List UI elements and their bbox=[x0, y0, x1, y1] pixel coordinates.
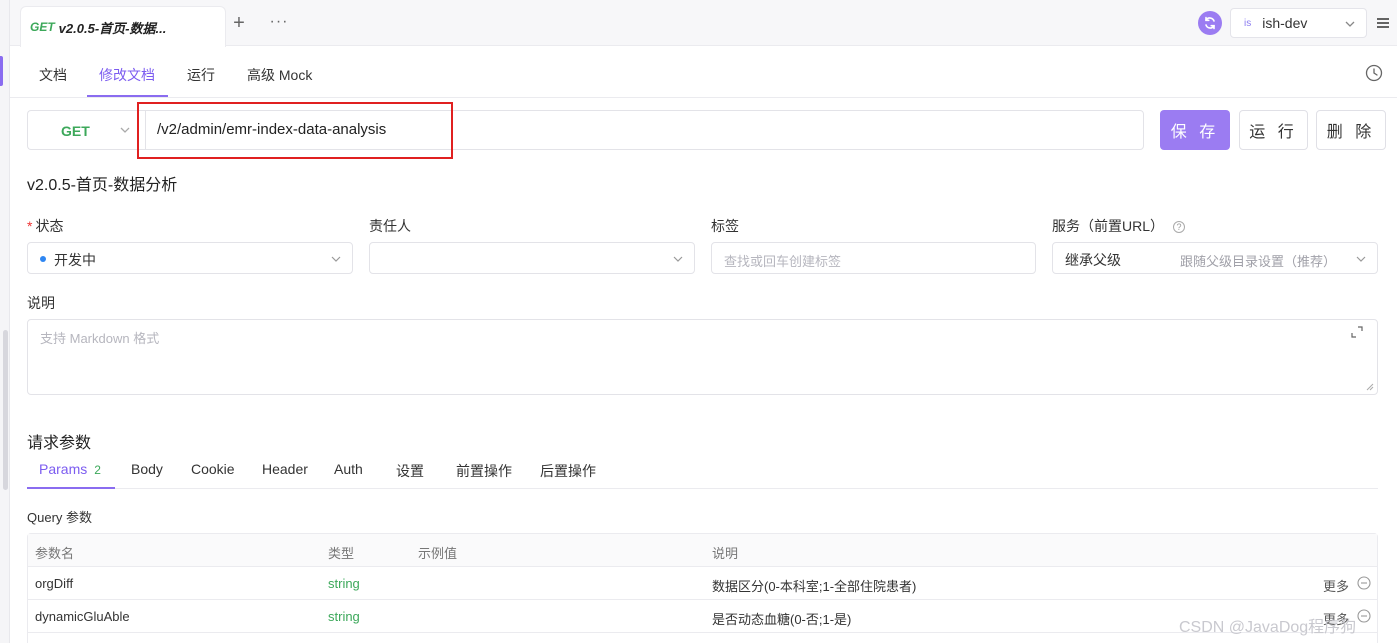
param-type-cell[interactable]: string bbox=[328, 609, 360, 624]
param-name-cell[interactable]: orgDiff bbox=[35, 576, 73, 591]
more-tabs-icon[interactable]: ··· bbox=[268, 12, 290, 34]
chevron-down-icon bbox=[1356, 256, 1366, 262]
tab-method-label: GET bbox=[30, 20, 55, 34]
tab-edit-docs[interactable]: 修改文档 bbox=[99, 65, 155, 85]
required-star: * bbox=[27, 218, 33, 234]
sync-icon[interactable] bbox=[1198, 11, 1222, 35]
tag-label: 标签 bbox=[711, 218, 739, 234]
service-hint: 跟随父级目录设置（推荐） bbox=[1180, 254, 1337, 269]
table-header-row: 参数名 类型 示例值 说明 bbox=[28, 534, 1377, 567]
params-count-badge: 2 bbox=[94, 463, 101, 477]
tab-header[interactable]: Header bbox=[262, 461, 308, 477]
doc-subtabs: 文档 修改文档 运行 高级 Mock bbox=[10, 47, 1397, 98]
run-button[interactable]: 运 行 bbox=[1239, 110, 1308, 150]
chevron-down-icon bbox=[331, 256, 341, 262]
tab-advanced-mock[interactable]: 高级 Mock bbox=[247, 65, 312, 85]
request-tab[interactable]: GET v2.0.5-首页-数据... bbox=[20, 6, 226, 47]
api-name-title[interactable]: v2.0.5-首页-数据分析 bbox=[27, 171, 177, 195]
more-link[interactable]: 更多 bbox=[1323, 576, 1349, 595]
description-label: 说明 bbox=[27, 295, 55, 311]
csdn-watermark: CSDN @JavaDog程序狗 bbox=[1179, 619, 1357, 636]
tab-body[interactable]: Body bbox=[131, 461, 163, 477]
remove-row-icon[interactable] bbox=[1357, 609, 1371, 623]
tab-docs[interactable]: 文档 bbox=[39, 65, 67, 85]
tab-params-label: Params bbox=[39, 461, 88, 477]
status-label: * 状态 bbox=[27, 216, 63, 236]
save-button[interactable]: 保 存 bbox=[1160, 110, 1230, 150]
history-icon[interactable] bbox=[1365, 64, 1383, 82]
tab-pre-operations[interactable]: 前置操作 bbox=[456, 461, 512, 481]
env-badge: is bbox=[1244, 17, 1252, 29]
tab-params[interactable]: Params 2 bbox=[39, 461, 101, 477]
owner-select[interactable] bbox=[369, 242, 695, 274]
tab-post-operations[interactable]: 后置操作 bbox=[540, 461, 596, 481]
tab-settings[interactable]: 设置 bbox=[396, 461, 424, 481]
active-params-tab-underline bbox=[27, 487, 115, 489]
query-params-label: Query 参数 bbox=[27, 510, 93, 525]
new-tab-plus-icon[interactable]: + bbox=[228, 12, 250, 34]
service-select[interactable]: 继承父级 跟随父级目录设置（推荐） bbox=[1052, 242, 1378, 274]
tab-run[interactable]: 运行 bbox=[187, 65, 215, 85]
active-tab-underline bbox=[87, 95, 168, 97]
remove-row-icon[interactable] bbox=[1357, 576, 1371, 590]
table-row: dynamicGluAble string 是否动态血糖(0-否;1-是) 更多 bbox=[28, 600, 1377, 633]
sidebar-scrollbar[interactable] bbox=[3, 330, 8, 490]
tag-placeholder: 查找或回车创建标签 bbox=[724, 254, 842, 269]
expand-icon[interactable] bbox=[1351, 326, 1363, 338]
resize-grip-icon[interactable] bbox=[1365, 382, 1374, 391]
tag-input[interactable]: 查找或回车创建标签 bbox=[711, 242, 1036, 274]
param-name-cell[interactable]: dynamicGluAble bbox=[35, 609, 130, 624]
env-name: ish-dev bbox=[1262, 15, 1308, 31]
chevron-down-icon bbox=[1345, 21, 1355, 27]
status-value: 开发中 bbox=[54, 252, 96, 268]
delete-button[interactable]: 删 除 bbox=[1316, 110, 1386, 150]
table-row: orgDiff string 数据区分(0-本科室;1-全部住院患者) 更多 bbox=[28, 567, 1377, 600]
owner-label: 责任人 bbox=[369, 218, 411, 234]
tab-bar: GET v2.0.5-首页-数据... + ··· is ish-dev bbox=[10, 0, 1397, 47]
col-description: 说明 bbox=[712, 546, 739, 561]
tab-title: v2.0.5-首页-数据... bbox=[58, 20, 167, 36]
service-label-text: 服务（前置URL） bbox=[1052, 218, 1165, 234]
service-label: 服务（前置URL）? bbox=[1052, 216, 1186, 236]
param-type-cell[interactable]: string bbox=[328, 576, 360, 591]
status-dot bbox=[40, 256, 46, 262]
left-sidebar-edge bbox=[0, 0, 10, 643]
param-desc-cell[interactable]: 数据区分(0-本科室;1-全部住院患者) bbox=[712, 576, 916, 595]
chevron-down-icon bbox=[673, 256, 683, 262]
status-label-text: 状态 bbox=[35, 218, 64, 234]
query-params-table: 参数名 类型 示例值 说明 orgDiff string 数据区分(0-本科室;… bbox=[27, 533, 1378, 643]
chevron-down-icon bbox=[120, 127, 130, 133]
col-type: 类型 bbox=[328, 546, 355, 561]
service-value: 继承父级 bbox=[1065, 252, 1121, 268]
method-value: GET bbox=[61, 123, 90, 139]
tab-auth[interactable]: Auth bbox=[334, 461, 363, 477]
col-example: 示例值 bbox=[418, 546, 458, 561]
params-tabs: Params 2 Body Cookie Header Auth 设置 前置操作 … bbox=[27, 452, 1378, 489]
environment-select[interactable]: is ish-dev bbox=[1230, 8, 1367, 38]
param-desc-cell[interactable]: 是否动态血糖(0-否;1-是) bbox=[712, 609, 851, 628]
status-select[interactable]: 开发中 bbox=[27, 242, 353, 274]
request-params-title: 请求参数 bbox=[27, 435, 92, 452]
method-select[interactable]: GET bbox=[27, 110, 145, 150]
col-param-name: 参数名 bbox=[35, 546, 75, 561]
description-placeholder: 支持 Markdown 格式 bbox=[40, 331, 160, 346]
sidebar-active-indicator bbox=[0, 56, 3, 86]
description-textarea[interactable]: 支持 Markdown 格式 bbox=[27, 319, 1378, 395]
help-icon[interactable]: ? bbox=[1173, 221, 1186, 233]
url-input[interactable]: /v2/admin/emr-index-data-analysis bbox=[145, 110, 1144, 150]
hamburger-menu-icon[interactable] bbox=[1369, 8, 1397, 38]
tab-cookie[interactable]: Cookie bbox=[191, 461, 235, 477]
